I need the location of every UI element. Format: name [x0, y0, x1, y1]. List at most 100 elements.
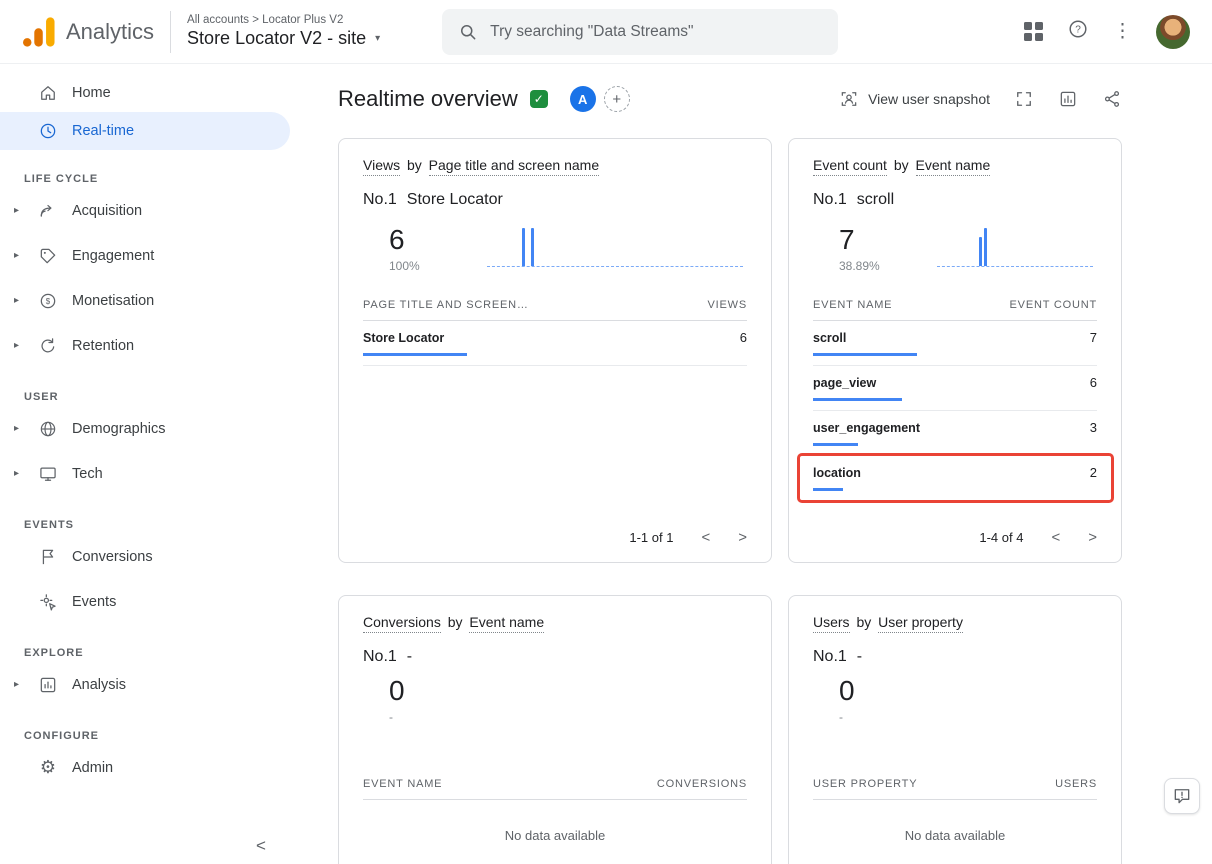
expand-arrow-icon[interactable]: ▸: [14, 295, 38, 306]
expand-arrow-icon[interactable]: ▸: [14, 423, 38, 434]
metric-percent: 100%: [389, 259, 453, 273]
svg-text:$: $: [46, 296, 51, 305]
sidebar-item-acquisition[interactable]: ▸ Acquisition: [0, 188, 290, 233]
view-user-snapshot-button[interactable]: View user snapshot: [839, 89, 990, 109]
sidebar-collapse-button[interactable]: <: [256, 836, 266, 856]
expand-arrow-icon[interactable]: ▸: [14, 468, 38, 479]
sidebar-item-label: Home: [72, 85, 111, 101]
dimension-selector-link[interactable]: Page title and screen name: [429, 157, 599, 176]
app-header: Analytics All accounts > Locator Plus V2…: [0, 0, 1212, 64]
analysis-chart-icon: [38, 675, 58, 695]
help-icon[interactable]: ?: [1067, 18, 1089, 45]
metric-value: 7: [839, 225, 903, 255]
user-snapshot-icon: [839, 89, 859, 109]
table-row[interactable]: user_engagement 3: [813, 411, 1097, 456]
top-item: No.1 -: [813, 648, 1097, 666]
page-title: Realtime overview: [338, 86, 518, 112]
metric-selector-link[interactable]: Users: [813, 614, 850, 633]
table-header: EVENT NAME CONVERSIONS: [363, 768, 747, 800]
gear-icon: ⚙: [38, 758, 58, 778]
customize-report-icon[interactable]: [1058, 89, 1078, 109]
metric-selector-link[interactable]: Event count: [813, 157, 887, 176]
expand-arrow-icon[interactable]: ▸: [14, 250, 38, 261]
retention-icon: [38, 336, 58, 356]
page-prev-button[interactable]: <: [701, 529, 710, 546]
page-next-button[interactable]: >: [1088, 529, 1097, 546]
metric-selector-link[interactable]: Conversions: [363, 614, 441, 633]
analytics-logo-icon[interactable]: [22, 16, 56, 48]
row-label: location: [813, 466, 861, 480]
row-value: 3: [1090, 420, 1097, 435]
data-status-check-icon[interactable]: ✓: [530, 90, 548, 108]
search-bar[interactable]: [442, 9, 838, 55]
expand-arrow-icon[interactable]: ▸: [14, 340, 38, 351]
row-bar-chart: [813, 398, 902, 401]
comparison-chip[interactable]: A: [570, 86, 596, 112]
sidebar-item-tech[interactable]: ▸ Tech: [0, 451, 290, 496]
sidebar-item-home[interactable]: Home: [0, 74, 290, 112]
feedback-button[interactable]: [1164, 778, 1200, 814]
dimension-selector-link[interactable]: Event name: [469, 614, 544, 633]
metric-selector-link[interactable]: Views: [363, 157, 400, 176]
sidebar-section-user: USER: [0, 388, 300, 406]
sidebar-item-label: Retention: [72, 338, 134, 354]
table-row[interactable]: page_view 6: [813, 366, 1097, 411]
table-header: EVENT NAME EVENT COUNT: [813, 289, 1097, 321]
sidebar-item-label: Acquisition: [72, 203, 142, 219]
table-header: USER PROPERTY USERS: [813, 768, 1097, 800]
flag-icon: [38, 547, 58, 567]
metric-block: 0 -: [363, 676, 747, 724]
table-row[interactable]: scroll 7: [813, 321, 1097, 366]
sidebar-item-demographics[interactable]: ▸ Demographics: [0, 406, 290, 451]
column-header-metric: CONVERSIONS: [657, 778, 747, 790]
add-comparison-button[interactable]: +: [604, 86, 630, 112]
column-header-metric: VIEWS: [708, 299, 747, 311]
fullscreen-icon[interactable]: [1014, 89, 1034, 109]
search-icon: [458, 22, 478, 42]
card-title: Conversions by Event name: [363, 614, 747, 630]
expand-arrow-icon[interactable]: ▸: [14, 205, 38, 216]
sidebar-item-engagement[interactable]: ▸ Engagement: [0, 233, 290, 278]
search-input[interactable]: [490, 23, 822, 41]
product-name: Analytics: [66, 19, 154, 45]
sidebar-item-admin[interactable]: ⚙ Admin: [0, 745, 290, 790]
metric-value: 0: [839, 676, 903, 706]
dimension-selector-link[interactable]: Event name: [916, 157, 991, 176]
table-header: PAGE TITLE AND SCREEN… VIEWS: [363, 289, 747, 321]
avatar[interactable]: [1156, 15, 1190, 49]
page-prev-button[interactable]: <: [1051, 529, 1060, 546]
sidebar-item-conversions[interactable]: Conversions: [0, 534, 290, 579]
sidebar: Home Real-time LIFE CYCLE ▸ Acquisition …: [0, 64, 300, 864]
breadcrumb[interactable]: All accounts > Locator Plus V2: [187, 14, 380, 26]
metric-block: 7 38.89%: [813, 219, 1097, 273]
share-icon[interactable]: [1102, 89, 1122, 109]
sidebar-item-monetisation[interactable]: ▸ $ Monetisation: [0, 278, 290, 323]
page-next-button[interactable]: >: [738, 529, 747, 546]
data-table: USER PROPERTY USERS No data available: [813, 768, 1097, 843]
title-by-text: by: [894, 157, 909, 173]
data-table: EVENT NAME EVENT COUNT scroll 7 page_vie…: [813, 289, 1097, 501]
divider: [170, 11, 171, 53]
table-row[interactable]: Store Locator 6: [363, 321, 747, 366]
sidebar-item-realtime[interactable]: Real-time: [0, 112, 290, 150]
pagination: 1-4 of 4 < >: [979, 529, 1097, 546]
more-options-icon[interactable]: ⋮: [1113, 20, 1132, 43]
sidebar-item-retention[interactable]: ▸ Retention: [0, 323, 290, 368]
rank-label: No.1: [363, 648, 397, 666]
expand-arrow-icon[interactable]: ▸: [14, 679, 38, 690]
top-item-name: Store Locator: [407, 191, 503, 209]
sidebar-item-events[interactable]: Events: [0, 579, 290, 624]
top-item: No.1 -: [363, 648, 747, 666]
table-row-highlighted[interactable]: location 2: [813, 456, 1097, 501]
apps-grid-icon[interactable]: [1024, 22, 1043, 41]
column-header-dimension: PAGE TITLE AND SCREEN…: [363, 299, 529, 311]
account-block: All accounts > Locator Plus V2 Store Loc…: [187, 14, 380, 49]
dimension-selector-link[interactable]: User property: [878, 614, 963, 633]
clock-icon: [38, 121, 58, 141]
property-name: Store Locator V2 - site: [187, 28, 366, 49]
title-by-text: by: [448, 614, 463, 630]
sidebar-item-analysis[interactable]: ▸ Analysis: [0, 662, 290, 707]
page-actions: View user snapshot: [839, 89, 1122, 109]
property-selector[interactable]: Store Locator V2 - site ▾: [187, 28, 380, 49]
no-data-message: No data available: [363, 828, 747, 843]
